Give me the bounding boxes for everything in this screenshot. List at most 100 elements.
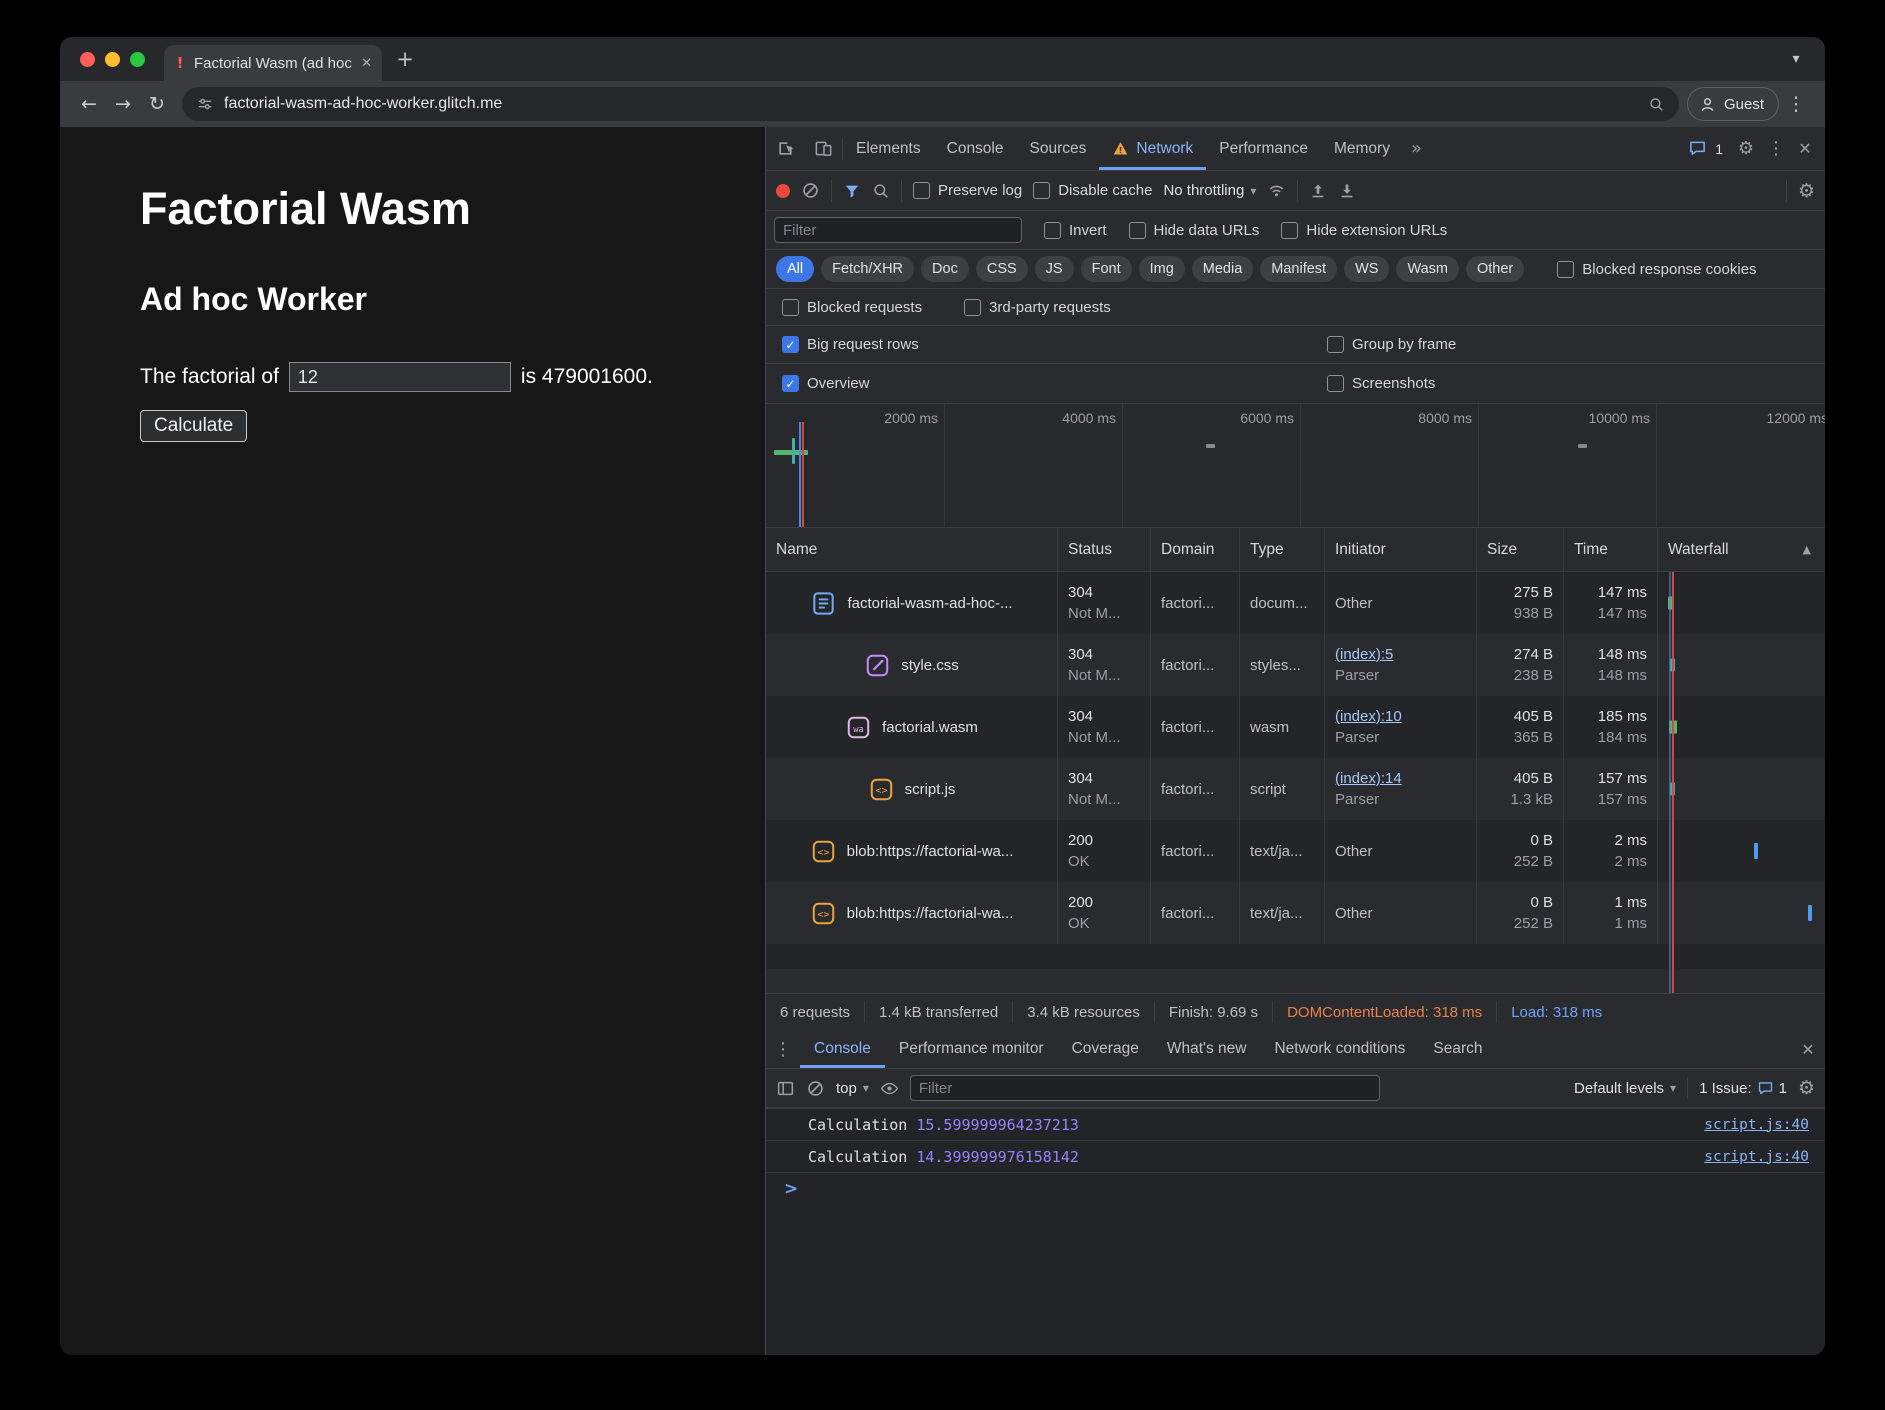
initiator-link[interactable]: (index):10 bbox=[1335, 706, 1466, 727]
drawer-tab-console[interactable]: Console bbox=[800, 1030, 885, 1068]
filter-chip-doc[interactable]: Doc bbox=[921, 256, 969, 282]
minimize-window-button[interactable] bbox=[105, 52, 120, 67]
filter-chip-img[interactable]: Img bbox=[1139, 256, 1185, 282]
big-request-rows-checkbox[interactable]: ✓ Big request rows bbox=[782, 336, 919, 353]
browser-menu-button[interactable]: ⋮ bbox=[1779, 87, 1813, 121]
preserve-log-checkbox[interactable]: Preserve log bbox=[913, 182, 1022, 199]
drawer-menu-icon[interactable]: ⋮ bbox=[766, 1030, 800, 1068]
column-header-initiator[interactable]: Initiator bbox=[1325, 528, 1477, 571]
console-prompt[interactable]: > bbox=[766, 1172, 1825, 1204]
column-header-waterfall[interactable]: Waterfall▲ bbox=[1658, 528, 1825, 571]
drawer-close-icon[interactable]: ✕ bbox=[1791, 1030, 1825, 1068]
devtools-close-icon[interactable]: ✕ bbox=[1791, 127, 1819, 170]
network-request-row[interactable]: style.css304Not M...factori...styles...(… bbox=[766, 634, 1825, 696]
network-request-row[interactable]: <>blob:https://factorial-wa...200OKfacto… bbox=[766, 820, 1825, 882]
issues-bubble-icon[interactable] bbox=[1683, 127, 1711, 170]
filter-chip-font[interactable]: Font bbox=[1081, 256, 1132, 282]
devtools-tab-memory[interactable]: Memory bbox=[1321, 127, 1403, 170]
filter-chip-js[interactable]: JS bbox=[1035, 256, 1074, 282]
column-header-name[interactable]: Name bbox=[766, 528, 1058, 571]
console-filter-input[interactable] bbox=[910, 1075, 1380, 1101]
drawer-tab-search[interactable]: Search bbox=[1419, 1030, 1496, 1068]
drawer-tab-what-s-new[interactable]: What's new bbox=[1153, 1030, 1261, 1068]
column-header-size[interactable]: Size bbox=[1477, 528, 1564, 571]
tab-close-icon[interactable]: ✕ bbox=[361, 56, 372, 71]
devtools-tab-sources[interactable]: Sources bbox=[1017, 127, 1100, 170]
filter-chip-other[interactable]: Other bbox=[1466, 256, 1524, 282]
overview-checkbox[interactable]: ✓ Overview bbox=[782, 375, 870, 392]
devtools-menu-icon[interactable]: ⋮ bbox=[1763, 127, 1789, 170]
throttling-dropdown[interactable]: No throttling ▾ bbox=[1163, 182, 1256, 199]
group-by-frame-checkbox[interactable]: Group by frame bbox=[1327, 336, 1456, 353]
devtools-tab-console[interactable]: Console bbox=[934, 127, 1017, 170]
disable-cache-checkbox[interactable]: Disable cache bbox=[1033, 182, 1152, 199]
more-tabs-icon[interactable]: » bbox=[1403, 127, 1430, 170]
profile-button[interactable]: Guest bbox=[1687, 87, 1779, 121]
column-header-status[interactable]: Status bbox=[1058, 528, 1151, 571]
filter-chip-all[interactable]: All bbox=[776, 256, 814, 282]
hide-data-urls-checkbox[interactable]: Hide data URLs bbox=[1129, 222, 1260, 239]
column-header-domain[interactable]: Domain bbox=[1151, 528, 1240, 571]
device-toolbar-icon[interactable] bbox=[804, 127, 842, 170]
devtools-settings-icon[interactable]: ⚙ bbox=[1731, 127, 1761, 170]
filter-chip-manifest[interactable]: Manifest bbox=[1260, 256, 1337, 282]
import-har-icon[interactable] bbox=[1309, 182, 1327, 200]
browser-tab[interactable]: ! Factorial Wasm (ad hoc Worl ✕ bbox=[164, 45, 382, 81]
tab-search-button[interactable]: ▾ bbox=[1781, 44, 1811, 74]
source-location-link[interactable]: script.js:40 bbox=[1704, 1117, 1809, 1133]
export-har-icon[interactable] bbox=[1338, 182, 1356, 200]
address-bar[interactable]: factorial-wasm-ad-hoc-worker.glitch.me bbox=[182, 87, 1679, 121]
blocked-requests-checkbox[interactable]: Blocked requests bbox=[782, 299, 922, 316]
devtools-tab-network[interactable]: Network bbox=[1099, 127, 1206, 170]
blocked-response-cookies-checkbox[interactable]: Blocked response cookies bbox=[1557, 261, 1756, 278]
hide-extension-urls-checkbox[interactable]: Hide extension URLs bbox=[1281, 222, 1447, 239]
eye-icon[interactable] bbox=[880, 1079, 899, 1098]
network-conditions-icon[interactable] bbox=[1267, 181, 1286, 200]
network-overview-timeline[interactable]: 2000 ms4000 ms6000 ms8000 ms10000 ms1200… bbox=[766, 404, 1825, 528]
screenshots-checkbox[interactable]: Screenshots bbox=[1327, 375, 1435, 392]
record-network-log-button[interactable] bbox=[776, 184, 790, 198]
issues-counter[interactable]: 1 Issue: 1 bbox=[1699, 1080, 1787, 1097]
network-settings-icon[interactable]: ⚙ bbox=[1798, 180, 1815, 202]
forward-button[interactable]: → bbox=[106, 87, 140, 121]
network-request-row[interactable]: wafactorial.wasm304Not M...factori...was… bbox=[766, 696, 1825, 758]
inspect-element-icon[interactable] bbox=[766, 127, 804, 170]
filter-icon[interactable] bbox=[843, 182, 861, 200]
network-request-row[interactable]: <>blob:https://factorial-wa...200OKfacto… bbox=[766, 882, 1825, 944]
factorial-input[interactable] bbox=[289, 362, 511, 392]
devtools-tab-elements[interactable]: Elements bbox=[843, 127, 934, 170]
source-location-link[interactable]: script.js:40 bbox=[1704, 1149, 1809, 1165]
close-window-button[interactable] bbox=[80, 52, 95, 67]
network-filter-input[interactable] bbox=[774, 217, 1022, 243]
filter-chip-wasm[interactable]: Wasm bbox=[1396, 256, 1459, 282]
filter-chip-media[interactable]: Media bbox=[1192, 256, 1254, 282]
third-party-requests-checkbox[interactable]: 3rd-party requests bbox=[964, 299, 1111, 316]
invert-checkbox[interactable]: Invert bbox=[1044, 222, 1107, 239]
site-settings-icon[interactable] bbox=[196, 95, 214, 113]
network-request-row[interactable]: <>script.js304Not M...factori...script(i… bbox=[766, 758, 1825, 820]
drawer-tab-performance-monitor[interactable]: Performance monitor bbox=[885, 1030, 1058, 1068]
column-header-time[interactable]: Time bbox=[1564, 528, 1658, 571]
log-levels-dropdown[interactable]: Default levels ▾ bbox=[1574, 1080, 1676, 1097]
reload-button[interactable]: ↻ bbox=[140, 87, 174, 121]
console-empty-area[interactable] bbox=[766, 1204, 1825, 1355]
zoom-icon[interactable] bbox=[1648, 96, 1665, 113]
devtools-tab-performance[interactable]: Performance bbox=[1206, 127, 1321, 170]
initiator-link[interactable]: (index):14 bbox=[1335, 768, 1466, 789]
filter-chip-ws[interactable]: WS bbox=[1344, 256, 1389, 282]
initiator-link[interactable]: (index):5 bbox=[1335, 644, 1466, 665]
clear-console-icon[interactable] bbox=[806, 1079, 825, 1098]
network-request-row[interactable]: factorial-wasm-ad-hoc-...304Not M...fact… bbox=[766, 572, 1825, 634]
filter-chip-css[interactable]: CSS bbox=[976, 256, 1028, 282]
filter-chip-fetch-xhr[interactable]: Fetch/XHR bbox=[821, 256, 914, 282]
drawer-tab-network-conditions[interactable]: Network conditions bbox=[1260, 1030, 1419, 1068]
fullscreen-window-button[interactable] bbox=[130, 52, 145, 67]
back-button[interactable]: ← bbox=[72, 87, 106, 121]
execution-context-dropdown[interactable]: top ▾ bbox=[836, 1080, 869, 1097]
console-settings-icon[interactable]: ⚙ bbox=[1798, 1077, 1815, 1099]
clear-network-log-icon[interactable] bbox=[801, 181, 820, 200]
calculate-button[interactable]: Calculate bbox=[140, 410, 247, 442]
new-tab-button[interactable]: + bbox=[390, 44, 420, 74]
console-sidebar-icon[interactable] bbox=[776, 1079, 795, 1098]
search-icon[interactable] bbox=[872, 182, 890, 200]
